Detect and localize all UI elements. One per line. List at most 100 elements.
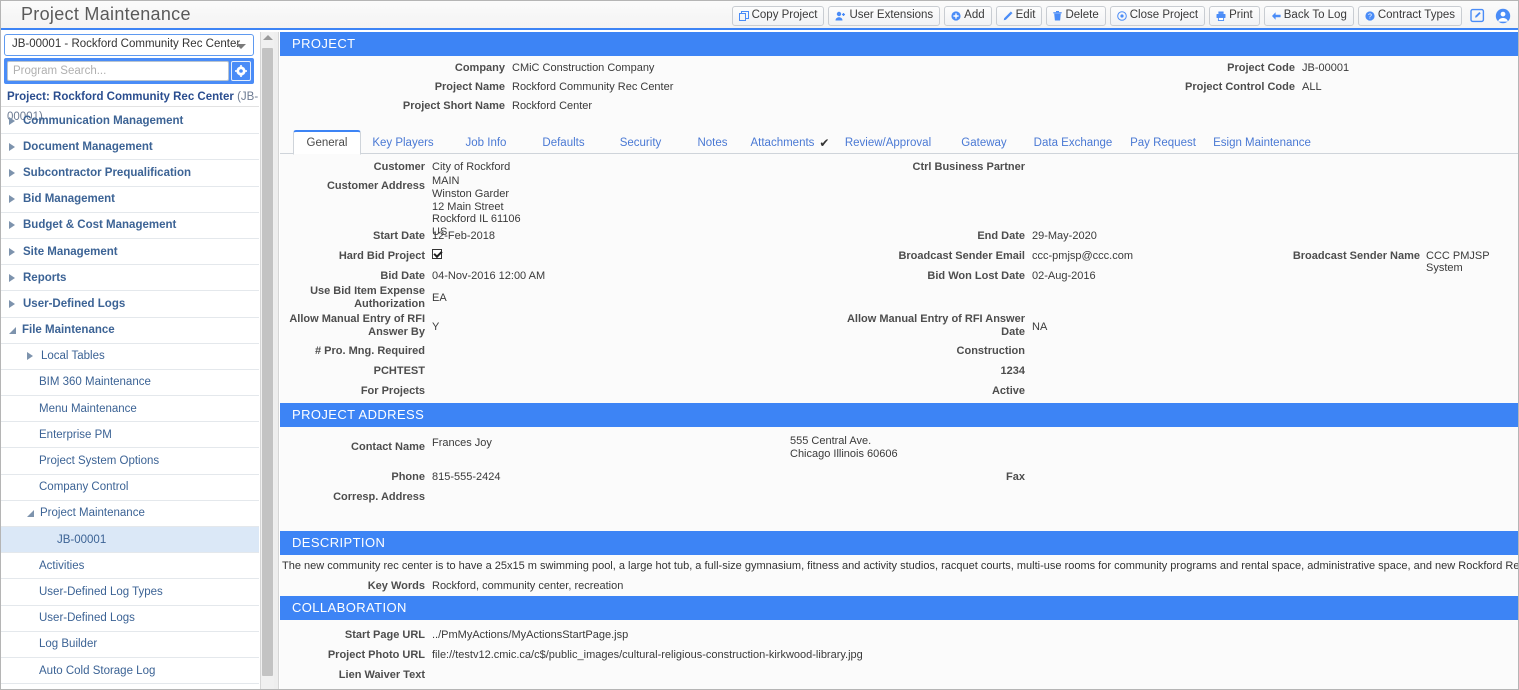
tab-general[interactable]: General — [293, 130, 361, 155]
tab-notes[interactable]: Notes — [679, 131, 746, 154]
sidebar-item-label: Reports — [23, 271, 67, 284]
tab-bar: General Key Players Job Info Defaults Securi… — [280, 128, 1518, 155]
application-window: Project Maintenance Copy Project User Ex… — [0, 0, 1519, 690]
end-date-value: 29-May-2020 — [1032, 230, 1097, 242]
sidebar-item-menu-maintenance[interactable]: Menu Maintenance — [1, 396, 259, 423]
tab-job-info[interactable]: Job Info — [448, 131, 524, 154]
tab-review-approval[interactable]: Review/Approval — [835, 131, 941, 154]
hard-bid-project-checkbox[interactable] — [432, 249, 442, 261]
copy-project-button[interactable]: Copy Project — [731, 5, 825, 26]
customer-label: Customer — [373, 161, 425, 173]
scroll-up-icon[interactable] — [263, 35, 273, 40]
chevron-right-icon[interactable] — [9, 142, 15, 151]
tab-label: Esign Maintenance — [1213, 136, 1311, 149]
chevron-right-icon[interactable] — [9, 221, 15, 230]
tab-security[interactable]: Security — [603, 131, 678, 154]
add-button[interactable]: Add — [944, 5, 992, 26]
sidebar-item-user-defined-logs[interactable]: User-Defined Logs — [1, 606, 259, 632]
sidebar-item-user-defined-logs[interactable]: User-Defined Logs — [1, 291, 259, 318]
sidebar-item-project-maintenance[interactable]: Project Maintenance — [1, 501, 259, 527]
tab-defaults[interactable]: Defaults — [525, 131, 602, 154]
tab-label: Defaults — [542, 136, 585, 149]
tab-attachments[interactable]: Attachments ✔ — [747, 131, 833, 154]
chevron-right-icon[interactable] — [9, 116, 15, 125]
hard-bid-project-label: Hard Bid Project — [338, 250, 425, 262]
sidebar-item-label: File Maintenance — [22, 324, 115, 337]
chevron-right-icon[interactable] — [27, 352, 33, 361]
user-extensions-button[interactable]: User Extensions — [828, 5, 941, 26]
sidebar-item-label: Project System Options — [39, 455, 160, 468]
chevron-down-icon[interactable] — [9, 326, 16, 334]
sidebar-item-label: Auto Cold Storage Log — [39, 664, 156, 677]
sidebar-item-bid-management[interactable]: Bid Management — [1, 187, 259, 213]
bid-won-lost-date-label: Bid Won Lost Date — [927, 270, 1025, 282]
chevron-down-icon[interactable] — [27, 509, 34, 517]
edit-note-icon[interactable] — [1466, 5, 1488, 26]
customer-address-label: Customer Address — [326, 180, 425, 192]
sidebar-item-communication-management[interactable]: Communication Management — [1, 108, 259, 135]
chevron-right-icon[interactable] — [9, 273, 15, 282]
key-words-label: Key Words — [367, 580, 425, 592]
rfi-answer-by-value: Y — [432, 321, 440, 333]
tab-data-exchange[interactable]: Data Exchange — [1027, 131, 1119, 154]
sidebar-item-company-control[interactable]: Company Control — [1, 475, 259, 501]
chevron-right-icon[interactable] — [9, 195, 15, 204]
chevron-right-icon[interactable] — [9, 168, 15, 177]
sidebar-item-budget-cost-management[interactable]: Budget & Cost Management — [1, 213, 259, 239]
tab-pay-request[interactable]: Pay Request — [1120, 131, 1206, 154]
sidebar-item-reports[interactable]: Reports — [1, 265, 259, 292]
sidebar-item-project-system-options[interactable]: Project System Options — [1, 448, 259, 475]
user-extensions-label: User Extensions — [849, 8, 934, 21]
start-date-value: 12-Feb-2018 — [432, 230, 495, 242]
sidebar-item-auto-cold-storage-log[interactable]: Auto Cold Storage Log — [1, 658, 259, 685]
sidebar-item-log-builder[interactable]: Log Builder — [1, 632, 259, 658]
user-avatar-icon[interactable] — [1492, 5, 1514, 26]
bid-date-label: Bid Date — [380, 270, 425, 282]
use-bid-item-value: EA — [432, 292, 447, 304]
sidebar-item-enterprise-pm[interactable]: Enterprise PM — [1, 422, 259, 449]
chevron-right-icon[interactable] — [9, 299, 15, 308]
chevron-right-icon[interactable] — [9, 247, 15, 256]
sidebar-item-local-tables[interactable]: Local Tables — [1, 344, 259, 370]
tab-gateway[interactable]: Gateway — [942, 131, 1026, 154]
search-input[interactable] — [7, 61, 229, 81]
scrollbar-thumb[interactable] — [262, 48, 273, 676]
sidebar-item-document-management[interactable]: Document Management — [1, 134, 259, 161]
tab-key-players[interactable]: Key Players — [361, 131, 445, 154]
sidebar-item-activities[interactable]: Activities — [1, 553, 259, 580]
sidebar-item-subcontractor-prequalification[interactable]: Subcontractor Prequalification — [1, 160, 259, 187]
panel-divider[interactable] — [274, 32, 279, 689]
tab-label: Security — [619, 136, 662, 149]
tab-label: Review/Approval — [844, 136, 932, 149]
print-button[interactable]: Print — [1209, 5, 1260, 26]
delete-button[interactable]: Delete — [1046, 5, 1106, 26]
edit-button[interactable]: Edit — [995, 5, 1043, 26]
gear-icon[interactable] — [231, 61, 251, 81]
back-to-log-button[interactable]: Back To Log — [1263, 5, 1354, 26]
sidebar-item-site-management[interactable]: Site Management — [1, 239, 259, 266]
lien-waiver-text-label: Lien Waiver Text — [338, 669, 425, 681]
tab-label: Data Exchange — [1033, 136, 1113, 149]
contract-types-button[interactable]: ? Contract Types — [1357, 5, 1462, 26]
sidebar-item-label: Enterprise PM — [39, 428, 112, 441]
sidebar-item-label: User-Defined Logs — [23, 297, 126, 310]
project-short-name-label: Project Short Name — [402, 100, 505, 112]
edit-label: Edit — [1015, 8, 1036, 21]
sidebar-scrollbar[interactable] — [260, 32, 274, 689]
sidebar-item-label: BIM 360 Maintenance — [39, 376, 151, 389]
tab-esign-maintenance[interactable]: Esign Maintenance — [1207, 131, 1317, 154]
close-project-button[interactable]: Close Project — [1109, 5, 1206, 26]
sidebar-item-file-maintenance[interactable]: File Maintenance — [1, 318, 259, 344]
tab-label: Notes — [697, 136, 728, 149]
collaboration-pane: Start Page URL ../PmMyActions/MyActionsS… — [280, 620, 1518, 689]
sidebar-item-bim-360-maintenance[interactable]: BIM 360 Maintenance — [1, 370, 259, 397]
sidebar-item-jb-00001[interactable]: JB-00001 — [1, 527, 259, 554]
sidebar-item-user-defined-log-types[interactable]: User-Defined Log Types — [1, 579, 259, 606]
project-select[interactable]: JB-00001 - Rockford Community Rec Center — [4, 34, 254, 56]
rfi-answer-date-value: NA — [1032, 321, 1048, 333]
pencil-icon — [1003, 10, 1013, 21]
sidebar-item-label: Budget & Cost Management — [23, 219, 177, 232]
fax-label: Fax — [1006, 471, 1025, 483]
active-label: Active — [991, 385, 1025, 397]
sidebar-item-label: Bid Management — [23, 193, 116, 206]
